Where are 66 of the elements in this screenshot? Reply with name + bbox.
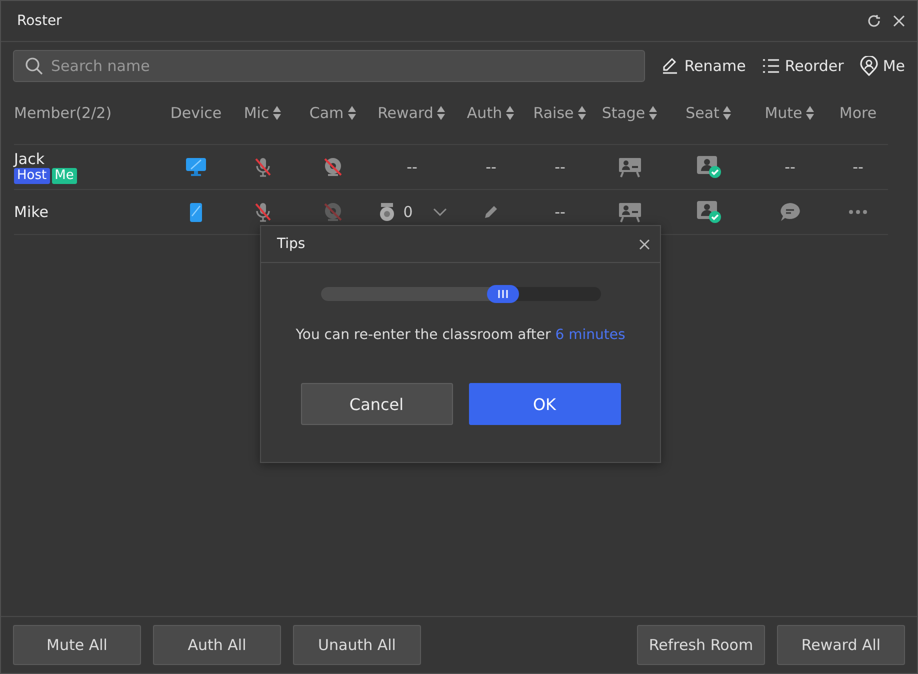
empty-value: -- bbox=[784, 158, 796, 176]
me-button[interactable]: Me bbox=[860, 56, 905, 76]
phone-icon bbox=[189, 202, 203, 222]
empty-value: -- bbox=[554, 203, 566, 221]
seat-check-icon[interactable] bbox=[696, 200, 722, 224]
refresh-icon[interactable] bbox=[867, 14, 881, 28]
monitor-icon bbox=[185, 157, 207, 177]
pencil-icon bbox=[661, 57, 680, 75]
empty-value: -- bbox=[852, 158, 864, 176]
message-text: You can re-enter the classroom after 6 minutes bbox=[294, 327, 626, 343]
column-header[interactable]: Mic bbox=[244, 104, 270, 122]
sort-icon[interactable] bbox=[346, 105, 357, 121]
sort-icon[interactable] bbox=[576, 105, 587, 121]
podium-icon[interactable] bbox=[618, 156, 642, 178]
sort-icon[interactable] bbox=[648, 105, 658, 121]
column-header[interactable]: Mute bbox=[764, 104, 802, 122]
footer-button[interactable]: Refresh Room bbox=[637, 625, 765, 665]
cancel-button[interactable]: Cancel bbox=[300, 383, 452, 425]
empty-value: -- bbox=[406, 158, 418, 176]
footer-button[interactable]: Unauth All bbox=[293, 625, 421, 665]
footer-button[interactable]: Mute All bbox=[13, 625, 141, 665]
window-title: Roster bbox=[17, 13, 63, 29]
role-tag: Host bbox=[14, 168, 50, 184]
more-icon[interactable] bbox=[848, 209, 868, 215]
chat-icon[interactable] bbox=[779, 202, 801, 222]
column-header[interactable]: Auth bbox=[466, 104, 502, 122]
sort-icon[interactable] bbox=[805, 105, 816, 121]
sort-icon[interactable] bbox=[722, 105, 732, 121]
close-icon[interactable] bbox=[639, 238, 650, 250]
column-header: More bbox=[839, 104, 877, 122]
slider[interactable] bbox=[320, 287, 600, 301]
seat-check-icon[interactable] bbox=[696, 155, 722, 179]
sort-icon[interactable] bbox=[505, 105, 516, 121]
rename-button[interactable]: Rename bbox=[661, 57, 746, 75]
role-tag: Me bbox=[52, 168, 77, 184]
chevron-down-icon[interactable] bbox=[432, 208, 447, 216]
podium-icon[interactable] bbox=[618, 201, 642, 223]
empty-value: -- bbox=[554, 158, 566, 176]
ok-button[interactable]: OK bbox=[468, 383, 620, 425]
close-icon[interactable] bbox=[893, 15, 905, 27]
column-header: Device bbox=[170, 104, 222, 122]
sort-icon[interactable] bbox=[272, 105, 282, 121]
column-header[interactable]: Raise bbox=[533, 104, 574, 122]
mic-off-icon[interactable] bbox=[253, 156, 273, 178]
reward-count: 0 bbox=[403, 203, 413, 221]
dialog-title: Tips bbox=[277, 236, 306, 252]
search-icon bbox=[25, 57, 43, 75]
pen-icon[interactable] bbox=[482, 203, 500, 221]
member-name: Jack bbox=[14, 150, 45, 168]
empty-value: -- bbox=[486, 158, 496, 176]
mic-off-icon[interactable] bbox=[253, 201, 273, 223]
member-name: Mike bbox=[14, 203, 48, 221]
reorder-button[interactable]: Reorder bbox=[762, 57, 844, 75]
column-header[interactable]: Cam bbox=[309, 104, 344, 122]
user-pin-icon bbox=[860, 56, 878, 76]
slider-thumb[interactable] bbox=[486, 285, 518, 303]
camera-off-icon[interactable] bbox=[322, 156, 344, 178]
footer-button[interactable]: Auth All bbox=[153, 625, 281, 665]
column-header[interactable]: Stage bbox=[602, 104, 646, 122]
column-header: Member(2/2) bbox=[14, 104, 112, 122]
list-icon bbox=[762, 58, 780, 74]
column-header[interactable]: Reward bbox=[378, 104, 434, 122]
search-field[interactable]: Search name bbox=[13, 50, 646, 82]
footer-button[interactable]: Reward All bbox=[777, 625, 905, 665]
sort-icon[interactable] bbox=[436, 105, 446, 121]
column-header[interactable]: Seat bbox=[686, 104, 720, 122]
